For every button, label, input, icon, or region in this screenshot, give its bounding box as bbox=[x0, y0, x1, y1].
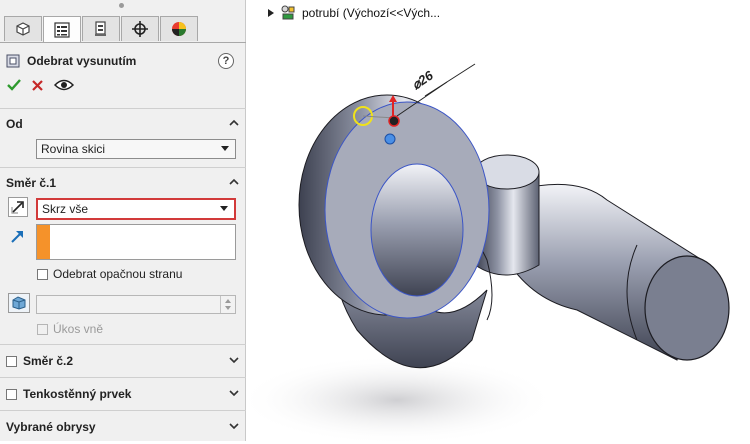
tabbar-divider bbox=[0, 42, 246, 43]
chevron-up-icon[interactable] bbox=[228, 176, 240, 188]
divider bbox=[0, 167, 246, 168]
section-selected-contours-title: Vybrané obrysy bbox=[6, 420, 96, 434]
section-direction2-title: Směr č.2 bbox=[23, 354, 74, 368]
section-direction1-header[interactable]: Směr č.1 bbox=[6, 174, 242, 192]
chevron-down-icon[interactable] bbox=[228, 420, 240, 432]
outlet-pipe-end bbox=[644, 255, 730, 361]
end-condition-select[interactable]: Skrz vše bbox=[36, 198, 236, 220]
divider bbox=[0, 344, 246, 345]
spin-up-down-icon bbox=[225, 299, 231, 310]
divider bbox=[0, 377, 246, 378]
cancel-x-icon[interactable] bbox=[31, 79, 44, 92]
dropdown-arrow-icon bbox=[220, 206, 228, 211]
spin-buttons[interactable] bbox=[220, 296, 235, 313]
direction-vector-icon bbox=[11, 231, 23, 243]
diameter-dimension-label[interactable]: ⌀26 bbox=[409, 67, 437, 92]
ok-check-icon[interactable] bbox=[7, 78, 21, 92]
ground-shadow bbox=[237, 355, 557, 444]
help-button[interactable]: ? bbox=[218, 53, 234, 69]
model-view[interactable]: ⌀26 bbox=[237, 0, 750, 444]
panel-grip-handle[interactable] bbox=[119, 3, 124, 8]
section-from-header[interactable]: Od bbox=[6, 115, 242, 133]
feature-tree-root[interactable]: potrubí (Výchozí<<Vých... bbox=[268, 5, 440, 20]
chevron-up-icon[interactable] bbox=[228, 117, 240, 129]
part-icon bbox=[281, 5, 295, 20]
end-condition-value: Skrz vše bbox=[42, 202, 89, 216]
flip-side-checkbox[interactable] bbox=[37, 268, 48, 280]
flange-bore bbox=[370, 163, 464, 297]
draft-angle-spinbox[interactable] bbox=[36, 295, 236, 314]
drag-handle[interactable] bbox=[384, 133, 396, 145]
section-thin-feature-title: Tenkostěnný prvek bbox=[23, 387, 132, 401]
section-thin-feature-header[interactable]: Tenkostěnný prvek bbox=[6, 385, 242, 403]
graphics-viewport[interactable]: ⌀26 bbox=[237, 0, 750, 444]
section-selected-contours-header[interactable]: Vybrané obrysy bbox=[6, 418, 242, 436]
extrude-cut-icon bbox=[6, 54, 20, 68]
configuration-icon bbox=[95, 21, 106, 36]
tab-property-manager[interactable] bbox=[43, 16, 81, 42]
crosshair-icon bbox=[132, 21, 148, 37]
divider bbox=[0, 410, 246, 411]
selection-active-indicator bbox=[37, 225, 50, 259]
direction-selection-box[interactable] bbox=[36, 224, 236, 260]
draft-outward-row: Úkos vně bbox=[37, 322, 103, 336]
action-buttons bbox=[7, 78, 74, 92]
feature-tree-icon bbox=[16, 22, 30, 36]
appearance-sphere-icon bbox=[172, 22, 186, 36]
manager-tabbar bbox=[4, 16, 199, 42]
preview-eye-icon[interactable] bbox=[54, 78, 74, 92]
direction2-checkbox[interactable] bbox=[6, 355, 17, 367]
from-select-value: Rovina skici bbox=[41, 142, 106, 156]
flip-side-label: Odebrat opačnou stranu bbox=[53, 267, 183, 281]
dropdown-arrow-icon bbox=[221, 146, 229, 151]
from-select[interactable]: Rovina skici bbox=[36, 139, 236, 159]
feature-title: Odebrat vysunutím bbox=[27, 54, 137, 68]
section-direction2-header[interactable]: Směr č.2 bbox=[6, 352, 242, 370]
flip-side-row[interactable]: Odebrat opačnou stranu bbox=[37, 267, 182, 281]
thin-feature-checkbox[interactable] bbox=[6, 388, 17, 400]
tab-feature-manager[interactable] bbox=[4, 16, 42, 41]
origin-point[interactable] bbox=[388, 115, 400, 127]
tab-dimxpert-manager[interactable] bbox=[121, 16, 159, 41]
draft-icon bbox=[12, 296, 26, 310]
property-manager-panel: Odebrat vysunutím ? Od Rovina skici Směr… bbox=[0, 0, 246, 441]
section-from-title: Od bbox=[6, 117, 23, 131]
draft-outward-checkbox bbox=[37, 323, 48, 335]
chevron-down-icon[interactable] bbox=[228, 387, 240, 399]
part-name-label: potrubí (Výchozí<<Vých... bbox=[302, 5, 441, 20]
divider bbox=[0, 108, 246, 109]
reverse-direction-button[interactable] bbox=[8, 197, 28, 217]
draft-toggle-button[interactable] bbox=[8, 293, 30, 313]
chevron-down-icon[interactable] bbox=[228, 354, 240, 366]
section-direction1-title: Směr č.1 bbox=[6, 176, 57, 190]
property-list-icon bbox=[54, 21, 70, 38]
feature-header: Odebrat vysunutím ? bbox=[6, 52, 242, 70]
reverse-direction-icon bbox=[11, 201, 24, 214]
expand-arrow-icon[interactable] bbox=[268, 8, 274, 17]
tab-display-manager[interactable] bbox=[160, 16, 198, 41]
tab-configuration-manager[interactable] bbox=[82, 16, 120, 41]
draft-outward-label: Úkos vně bbox=[53, 322, 104, 336]
